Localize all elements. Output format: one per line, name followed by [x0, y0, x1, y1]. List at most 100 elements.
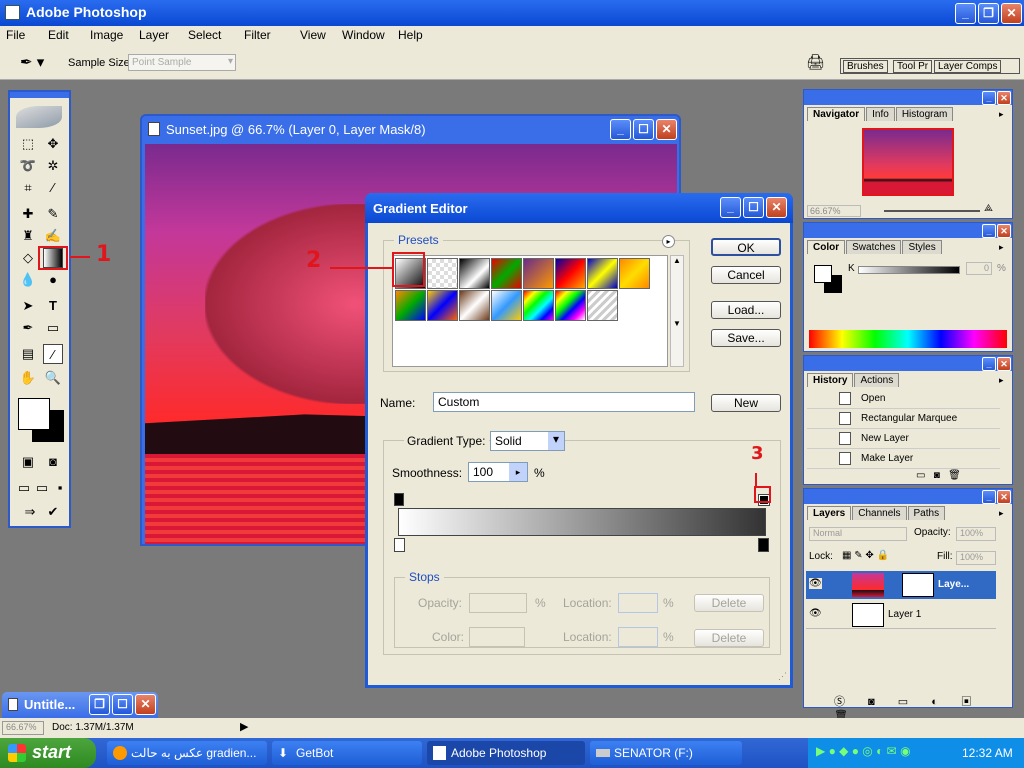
stop-color-delete-button[interactable]: Delete [694, 629, 764, 647]
tab-info[interactable]: Info [866, 107, 895, 121]
hand-tool[interactable]: ✋ [18, 368, 38, 388]
dialog-close-button[interactable]: ✕ [766, 197, 787, 218]
presets-scrollbar[interactable]: ▲ ▼ [670, 255, 684, 367]
menu-item-image[interactable]: Image [90, 28, 123, 42]
presets-menu-icon[interactable]: ▸ [662, 235, 675, 248]
stop-color-location-field[interactable] [618, 627, 658, 647]
color-k-value[interactable]: 0 [966, 262, 992, 275]
brush-tool[interactable]: ✎ [43, 204, 63, 224]
navigator-zoom-slider[interactable] [884, 210, 980, 212]
preset-swatch[interactable] [523, 290, 554, 321]
tab-history[interactable]: History [807, 373, 854, 387]
history-close-button[interactable]: ✕ [997, 357, 1011, 371]
tab-channels[interactable]: Channels [852, 506, 907, 520]
screen-mode-icon[interactable]: ▭ [14, 478, 34, 498]
zoom-tool[interactable]: 🔍 [43, 368, 63, 388]
tab-actions[interactable]: Actions [854, 373, 900, 387]
tab-layers[interactable]: Layers [807, 506, 852, 520]
quickmask-on-icon[interactable]: ◙ [43, 452, 63, 472]
move-tool[interactable]: ✥ [43, 134, 63, 154]
layer-row-0[interactable]: 👁 Laye... [806, 571, 996, 599]
stop-color-swatch[interactable] [469, 627, 525, 647]
slice-tool[interactable]: ⁄ [43, 178, 63, 198]
screen-mode-full-icon[interactable]: ▭ [32, 478, 52, 498]
new-button[interactable]: New [711, 394, 781, 412]
taskbar-item-drive[interactable]: SENATOR (F:) [590, 741, 742, 765]
shape-tool[interactable]: ▭ [43, 318, 63, 338]
eyedropper-icon[interactable]: ✒ ▾ [20, 53, 44, 71]
eyedropper-tool[interactable]: ⁄ [43, 344, 63, 364]
dodge-tool[interactable]: ● [43, 270, 63, 290]
color-stop-left[interactable] [394, 538, 405, 552]
dialog-maximize-button[interactable]: ☐ [743, 197, 764, 218]
layers-close-button[interactable]: ✕ [997, 490, 1011, 504]
menu-item-window[interactable]: Window [342, 28, 385, 42]
preset-swatch[interactable] [491, 290, 522, 321]
save-button[interactable]: Save... [711, 329, 781, 347]
layers-minimize-button[interactable]: _ [982, 490, 996, 504]
preset-swatch[interactable] [459, 290, 490, 321]
tab-paths[interactable]: Paths [907, 506, 946, 520]
navigator-zoom-value[interactable]: 66.67% [807, 205, 861, 217]
menu-item-help[interactable]: Help [398, 28, 423, 42]
taskbar-item-browser[interactable]: عکس به حالت gradien... [107, 741, 267, 765]
preset-swatch[interactable] [523, 258, 554, 289]
stamp-tool[interactable]: ♜ [18, 226, 38, 246]
tray-icons[interactable]: ▶ ● ◆ ● ◎ ◐ ✉ ◉ [816, 744, 911, 758]
healing-tool[interactable]: ✚ [18, 204, 38, 224]
navigator-close-button[interactable]: ✕ [997, 91, 1011, 105]
taskbar-item-getbot[interactable]: ⬇ GetBot [272, 741, 422, 765]
type-tool[interactable]: T [43, 296, 63, 316]
name-field[interactable]: Custom [433, 392, 695, 412]
history-item[interactable]: Open [807, 389, 1000, 409]
close-button[interactable]: ✕ [1001, 3, 1022, 24]
eye-icon[interactable]: 👁 [809, 578, 822, 589]
tab-styles[interactable]: Styles [902, 240, 942, 254]
jump-check-icon[interactable]: ✔ [43, 502, 63, 522]
doc-close-button[interactable]: ✕ [656, 119, 677, 140]
preset-swatch[interactable] [587, 290, 618, 321]
load-button[interactable]: Load... [711, 301, 781, 319]
layer-mask-thumbnail[interactable] [902, 573, 934, 597]
preset-swatch[interactable] [459, 258, 490, 289]
palette-tab-layercomps[interactable]: Layer Comps [934, 60, 1002, 73]
gradient-type-select[interactable]: Solid ▾ [490, 431, 565, 451]
menu-item-edit[interactable]: Edit [48, 28, 69, 42]
eraser-tool[interactable]: ◇ [18, 248, 38, 268]
preset-swatch[interactable] [427, 258, 458, 289]
lock-icons[interactable]: ▦ ✎ ✥ 🔒 [842, 550, 889, 561]
cancel-button[interactable]: Cancel [711, 266, 781, 284]
foreground-color-swatch[interactable] [18, 398, 50, 430]
doc-minimize-button[interactable]: _ [610, 119, 631, 140]
color-k-slider[interactable] [858, 266, 960, 274]
taskbar-item-photoshop[interactable]: Adobe Photoshop [427, 741, 585, 765]
minimized-restore-button[interactable]: ❐ [89, 694, 110, 715]
crop-tool[interactable]: ⌗ [18, 178, 38, 198]
preset-swatch[interactable] [619, 258, 650, 289]
notes-tool[interactable]: ▤ [18, 344, 38, 364]
opacity-stop-left[interactable] [394, 493, 404, 506]
panel-menu-icon[interactable]: ▸ [999, 242, 1004, 253]
menu-item-layer[interactable]: Layer [139, 28, 169, 42]
minimized-maximize-button[interactable]: ☐ [112, 694, 133, 715]
smoothness-field[interactable]: 100 ▸ [468, 462, 528, 482]
doc-maximize-button[interactable]: ☐ [633, 119, 654, 140]
ok-button[interactable]: OK [711, 238, 781, 256]
sample-size-select[interactable]: Point Sample ▾ [128, 54, 236, 71]
minimized-close-button[interactable]: ✕ [135, 694, 156, 715]
blur-tool[interactable]: 💧 [18, 270, 38, 290]
menu-item-file[interactable]: File [6, 28, 25, 42]
minimize-button[interactable]: _ [955, 3, 976, 24]
color-close-button[interactable]: ✕ [997, 224, 1011, 238]
jump-to-imageready-icon[interactable]: ⇒ [20, 502, 40, 522]
layer-opacity-value[interactable]: 100% [956, 527, 996, 541]
palette-tab-toolpresets[interactable]: Tool Pr [893, 60, 933, 73]
stop-opacity-delete-button[interactable]: Delete [694, 594, 764, 612]
stop-opacity-location-field[interactable] [618, 593, 658, 613]
history-item[interactable]: Make Layer [807, 449, 1000, 469]
tab-color[interactable]: Color [807, 240, 846, 254]
layer-fill-value[interactable]: 100% [956, 551, 996, 565]
color-stop-right[interactable] [758, 538, 769, 552]
preset-swatch[interactable] [555, 290, 586, 321]
status-zoom[interactable]: 66.67% [2, 721, 44, 735]
